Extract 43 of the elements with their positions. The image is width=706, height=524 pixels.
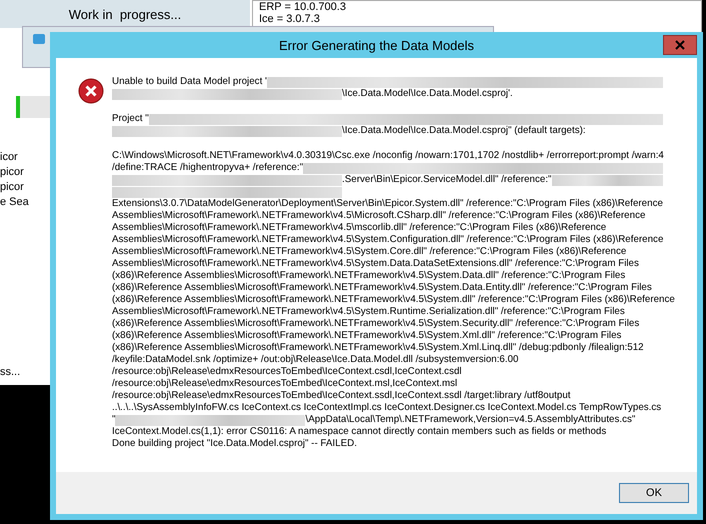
message-text: Assemblies\Microsoft\Framework\.NETFramework\v4.5\System.Data.DataSetExtensions.dll" /reference:"C:\Program Files [112, 258, 639, 270]
message-text: ..\..\..\SysAssemblyInfoFW.cs IceContext.cs IceContextImpl.cs IceContext.Designer.cs IceContext.Model.cs TempRowTypes.cs [112, 402, 662, 414]
message-text: IceContext.Model.cs(1,1): error CS0116: A namespace cannot directly contain members such as fields or methods [112, 426, 606, 438]
message-text: Assemblies\Microsoft\Framework\.NETFramework\v4.5\System.Runtime.Serialization.dll" /reference:"C:\Program Files [112, 306, 625, 318]
message-text: (x86)\Reference Assemblies\Microsoft\Framework\.NETFramework\v4.5\System.Xml.Linq.dll" /debug:pdbonly /filealign:512 [112, 342, 644, 354]
message-text: \Ice.Data.Model\Ice.Data.Model.csproj'. [342, 88, 513, 100]
ok-button[interactable]: OK [619, 483, 689, 503]
window-title: Work in progress... [0, 0, 250, 28]
error-icon [78, 78, 104, 104]
message-text: \Ice.Data.Model\Ice.Data.Model.csproj" (default targets): [342, 125, 586, 137]
message-text: \AppData\Local\Temp\.NETFramework,Version=v4.5.AssemblyAttributes.cs" [305, 414, 636, 426]
message-text: Project " [112, 113, 149, 125]
list-text: picor [0, 180, 25, 195]
window-icon [33, 34, 45, 44]
message-text: Extensions\3.0.7\DataModelGenerator\Deployment\Server\Bin\Epicor.System.dll" /reference:"C:\Program Files (x86)\Reference [112, 198, 663, 210]
message-text: Done building project "Ice.Data.Model.csproj" -- FAILED. [112, 438, 357, 450]
version-text: ERP = 10.0.700.3 [259, 1, 347, 13]
list-text: icor [0, 150, 19, 165]
status-text: ss... [0, 366, 20, 378]
message-text: Assemblies\Microsoft\Framework\.NETFramework\v4.5\Microsoft.CSharp.dll" /reference:"C:\Program Files (x86)\Reference [112, 210, 646, 222]
message-text: (x86)\Reference Assemblies\Microsoft\Framework\.NETFramework\v4.5\System.Data.Entity.dll" /reference:"C:\Program Files [112, 282, 652, 294]
list-text: e Sea [0, 195, 29, 210]
message-text: /resource:obj\Release\edmxResourcesToEmbed\IceContext.msl,IceContext.msl [112, 378, 458, 390]
close-icon [675, 40, 685, 50]
message-text: Assemblies\Microsoft\Framework\.NETFramework\v4.5\System.Core.dll" /reference:"C:\Program Files (x86)\Reference [112, 246, 626, 258]
message-text: (x86)\Reference Assemblies\Microsoft\Framework\.NETFramework\v4.5\System.Security.dll" /reference:"C:\Program Files [112, 318, 640, 330]
message-text: /define:TRACE /highentropyva+ /reference:" [112, 162, 304, 174]
message-text: Unable to build Data Model project ' [112, 76, 267, 88]
message-text: " [112, 414, 116, 426]
message-text: Assemblies\Microsoft\Framework\.NETFramework\v4.5\System.Configuration.dll" /reference:"C:\Program Files (x86)\Reference [112, 234, 664, 246]
message-text: Assemblies\Microsoft\Framework\.NETFramework\v4.5\mscorlib.dll" /reference:"C:\Program Files (x86)\Reference [112, 222, 606, 234]
message-text: /keyfile:DataModel.snk /optimize+ /out:obj\Release\Ice.Data.Model.dll /subsystemversion:6.00 [112, 354, 518, 366]
message-text: /resource:obj\Release\edmxResourcesToEmbed\IceContext.csdl,IceContext.csdl [112, 366, 462, 378]
message-text: .Server\Bin\Epicor.ServiceModel.dll" /reference:" [342, 174, 552, 186]
dialog-title: Error Generating the Data Models [278, 38, 474, 52]
message-text: /resource:obj\Release\edmxResourcesToEmbed\IceContext.ssdl,IceContext.ssdl /target:library /utf8output [112, 390, 571, 402]
message-text: C:\Windows\Microsoft.NET\Framework\v4.0.30319\Csc.exe /noconfig /nowarn:1701,1702 /nostdlib+ /errorreport:prompt /warn:4 [112, 150, 664, 162]
close-button[interactable] [663, 35, 697, 55]
message-text: (x86)\Reference Assemblies\Microsoft\Framework\.NETFramework\v4.5\System.Xml.dll" /reference:"C:\Program Files [112, 330, 622, 342]
message-text: (x86)\Reference Assemblies\Microsoft\Framework\.NETFramework\v4.5\System.dll" /reference:"C:\Program Files (x86)\Reference [112, 294, 675, 306]
list-text: picor [0, 165, 25, 180]
message-text: (x86)\Reference Assemblies\Microsoft\Framework\.NETFramework\v4.5\System.Data.dll" /reference:"C:\Program Files [112, 270, 626, 282]
version-text: Ice = 3.0.7.3 [259, 13, 321, 25]
